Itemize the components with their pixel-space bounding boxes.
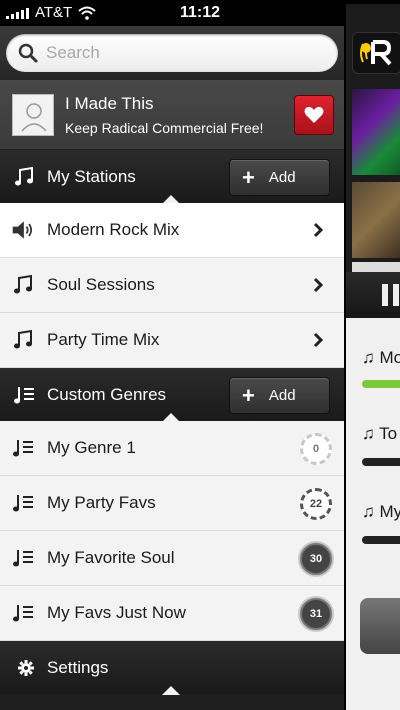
pause-icon [382, 284, 388, 306]
main-panel: ♫ Mo ♫ To ♫ My [344, 26, 400, 710]
search-icon [18, 43, 38, 63]
music-note-icon [14, 329, 32, 349]
promo-subtitle: Keep Radical Commercial Free! [65, 119, 264, 136]
chevron-right-icon [313, 277, 324, 293]
music-note-icon [15, 166, 33, 185]
genre-list-icon [13, 605, 33, 622]
search-bar [0, 26, 344, 80]
genre-count-badge: 30 [300, 543, 332, 575]
my-stations-header: My Stations + Add [0, 150, 344, 204]
station-label: Modern Rock Mix [47, 220, 180, 239]
status-bar: AT&T 11:12 [0, 0, 400, 688]
genre-row[interactable]: My Genre 1 0 [0, 421, 344, 476]
favorite-button[interactable] [294, 95, 334, 135]
add-station-button[interactable]: + Add [229, 159, 330, 196]
list-item[interactable]: ♫ Mo [362, 348, 400, 368]
station-label: Party Time Mix [47, 330, 160, 349]
genre-label: My Favs Just Now [47, 603, 186, 622]
music-note-icon [14, 274, 32, 294]
genre-label: My Genre 1 [47, 438, 136, 457]
pause-button[interactable] [346, 272, 400, 318]
avatar [12, 93, 54, 136]
progress-bar [362, 536, 400, 544]
genre-label: My Favorite Soul [47, 548, 175, 567]
gear-icon [18, 659, 34, 676]
list-item[interactable]: ♫ My [362, 502, 400, 522]
search-field[interactable] [6, 34, 338, 72]
user-placeholder-icon [21, 102, 47, 131]
plus-icon: + [242, 164, 255, 190]
action-button[interactable] [360, 598, 400, 654]
settings-label: Settings [47, 657, 109, 677]
station-row[interactable]: Party Time Mix [0, 313, 344, 368]
genre-list-icon [13, 440, 33, 457]
status-time: 11:12 [179, 4, 221, 21]
genre-row[interactable]: My Favorite Soul 30 [0, 531, 344, 586]
station-progress-list: ♫ Mo ♫ To ♫ My [346, 318, 400, 710]
search-input[interactable] [46, 43, 306, 63]
genre-list-icon [14, 386, 34, 403]
genre-count-badge: 22 [300, 488, 332, 520]
genre-row[interactable]: My Favs Just Now 31 [0, 586, 344, 641]
genre-list-icon [13, 495, 33, 512]
custom-genres-header: Custom Genres + Add [0, 368, 344, 422]
album-art[interactable] [352, 262, 400, 272]
add-label: Add [268, 387, 296, 404]
genre-label: My Party Favs [47, 493, 156, 512]
chevron-right-icon [313, 332, 324, 348]
station-row[interactable]: Soul Sessions [0, 258, 344, 313]
speaker-icon [12, 221, 32, 239]
section-title: Custom Genres [47, 384, 167, 404]
station-row[interactable]: Modern Rock Mix [0, 203, 344, 258]
promo-title: I Made This [65, 93, 154, 113]
album-art[interactable] [352, 182, 400, 258]
settings-row[interactable]: Settings [0, 641, 344, 695]
heart-icon [304, 106, 324, 123]
promo-banner[interactable]: I Made This Keep Radical Commercial Free… [0, 80, 344, 150]
list-item[interactable]: ♫ To [362, 424, 397, 444]
side-drawer: I Made This Keep Radical Commercial Free… [0, 26, 344, 710]
progress-bar [362, 458, 400, 466]
album-art[interactable] [352, 89, 400, 175]
section-title: My Stations [47, 166, 136, 186]
progress-bar [362, 380, 400, 388]
app-logo[interactable] [352, 32, 400, 74]
plus-icon: + [242, 382, 255, 408]
add-genre-button[interactable]: + Add [229, 377, 330, 414]
genre-list-icon [13, 550, 33, 567]
add-label: Add [268, 169, 296, 186]
genre-count-badge: 31 [300, 598, 332, 630]
chevron-right-icon [313, 222, 324, 238]
station-label: Soul Sessions [47, 275, 155, 294]
genre-count-badge: 0 [300, 433, 332, 465]
genre-row[interactable]: My Party Favs 22 [0, 476, 344, 531]
